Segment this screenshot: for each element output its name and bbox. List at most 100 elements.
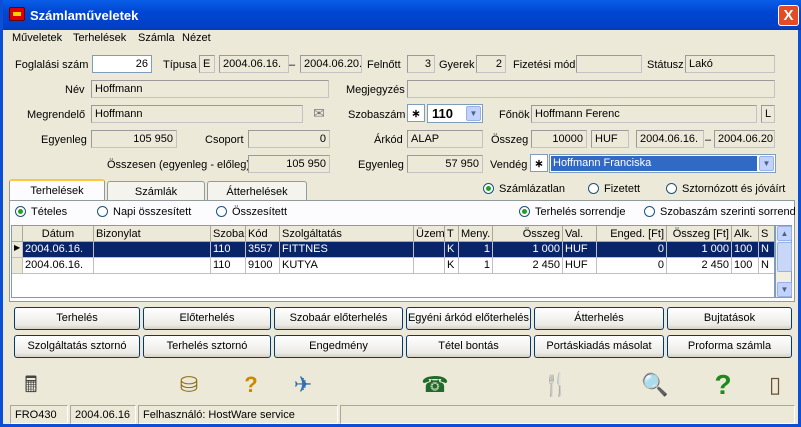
egyeni-arkod-button[interactable]: Egyéni árkód előterhelés [406, 307, 531, 330]
megrendelo-field: Hoffmann [91, 105, 303, 123]
engedmeny-button[interactable]: Engedmény [274, 335, 403, 358]
title-bar: Számlaműveletek X [3, 0, 801, 30]
scroll-thumb[interactable] [777, 242, 792, 272]
cell-datum: 2004.06.16. [23, 242, 94, 258]
chevron-down-icon[interactable]: ▼ [466, 106, 481, 121]
felnott-label: Felnőtt [367, 59, 401, 71]
menu-terhelesek[interactable]: Terhelések [73, 32, 126, 44]
date-from-field: 2004.06.16. [219, 55, 289, 73]
col-szoba[interactable]: Szoba [211, 226, 246, 242]
radio-fizetett[interactable]: Fizetett [588, 183, 640, 195]
nev-field: Hoffmann [91, 80, 329, 98]
date-dash: – [289, 59, 296, 71]
question-icon[interactable]: ? [703, 365, 743, 405]
tetel-bontas-button[interactable]: Tétel bontás [406, 335, 531, 358]
portaskiadas-masolat-button[interactable]: Portáskiadás másolat [534, 335, 664, 358]
fonok-flag: L [761, 105, 775, 123]
atterheles-button[interactable]: Átterhelés [534, 307, 664, 330]
eloterheles-button[interactable]: Előterhelés [143, 307, 271, 330]
chevron-down-icon[interactable]: ▼ [759, 156, 774, 171]
cell-bizonylat [94, 258, 211, 274]
menu-nezet[interactable]: Nézet [182, 32, 211, 44]
radio-osszesitett[interactable]: Összesített [216, 206, 287, 218]
airplane-icon[interactable]: ✈ [283, 365, 323, 405]
row-header [12, 258, 23, 274]
col-alk[interactable]: Alk. [732, 226, 759, 242]
vendeg-combo[interactable]: Hoffmann Franciska ▼ [549, 154, 776, 173]
fizetesi-mod-field [576, 55, 642, 73]
scroll-up-icon[interactable]: ▲ [777, 226, 792, 241]
col-t[interactable]: T [445, 226, 459, 242]
megjegyzes-field [407, 80, 775, 98]
close-button[interactable]: X [778, 5, 799, 26]
col-osszeg-ft[interactable]: Összeg [Ft] [667, 226, 732, 242]
col-osszeg[interactable]: Összeg [493, 226, 563, 242]
search-document-icon[interactable]: 🔍 [635, 365, 675, 405]
statusz-label: Státusz [647, 59, 684, 71]
vendeg-value: Hoffmann Franciska [551, 156, 757, 171]
terheles-sztorno-button[interactable]: Terhelés sztornó [143, 335, 271, 358]
radio-sztornozott[interactable]: Sztornózott és jóváírt [666, 183, 785, 195]
radio-napi-osszesitett[interactable]: Napi összesített [97, 206, 191, 218]
radio-szamlazatlan[interactable]: Számlázatlan [483, 183, 565, 195]
radio-terheles-sorrendje[interactable]: Terhelés sorrendje [519, 206, 626, 218]
ar-to-field: 2004.06.20. [714, 130, 775, 148]
vendeg-label: Vendég [490, 159, 528, 171]
col-bizonylat[interactable]: Bizonylat [94, 226, 211, 242]
window-title: Számlaműveletek [30, 8, 139, 23]
col-kod[interactable]: Kód [246, 226, 280, 242]
table-scrollbar[interactable]: ▲ ▼ [775, 225, 792, 298]
coins-icon[interactable]: ⛁ [169, 365, 209, 405]
radio-teteles[interactable]: Tételes [15, 206, 67, 218]
vendeg-star[interactable]: ∗ [530, 154, 548, 172]
terheles-button[interactable]: Terhelés [14, 307, 140, 330]
cell-uzem [414, 242, 445, 258]
cell-val: HUF [563, 258, 597, 274]
cell-kod: 3557 [246, 242, 280, 258]
col-meny[interactable]: Meny. [459, 226, 493, 242]
cash-register-icon[interactable]: 🖩 [11, 365, 51, 405]
menu-muveletek[interactable]: Műveletek [12, 32, 62, 44]
cell-t: K [445, 242, 459, 258]
bujtatasok-button[interactable]: Bujtatások [667, 307, 792, 330]
cutlery-icon[interactable]: 🍴 [536, 365, 576, 405]
tab-terhelesek[interactable]: Terhelések [9, 179, 105, 201]
col-val[interactable]: Val. [563, 226, 597, 242]
status-date: 2004.06.16 [70, 405, 136, 424]
exit-door-icon[interactable]: ▯ [755, 365, 795, 405]
felnott-field: 3 [407, 55, 435, 73]
app-icon [9, 7, 25, 21]
status-code: FRO430 [10, 405, 68, 424]
proforma-szamla-button[interactable]: Proforma számla [667, 335, 792, 358]
telephone-icon[interactable]: ☎ [415, 365, 455, 405]
tab-atterhelesek[interactable]: Átterhelések [207, 181, 307, 201]
egyenleg-label: Egyenleg [41, 134, 87, 146]
ar-from-field: 2004.06.16. [636, 130, 704, 148]
szobaar-eloterheles-button[interactable]: Szobaár előterhelés [274, 307, 403, 330]
col-enged[interactable]: Enged. [Ft] [597, 226, 667, 242]
col-datum[interactable]: Dátum [23, 226, 94, 242]
scroll-down-icon[interactable]: ▼ [777, 282, 792, 297]
terhelesek-table[interactable]: Dátum Bizonylat Szoba Kód Szolgáltatás Ü… [11, 225, 775, 298]
szobaszam-star[interactable]: ∗ [407, 104, 425, 122]
cell-uzem [414, 258, 445, 274]
szobaszam-combo[interactable]: 110 ▼ [427, 104, 483, 123]
cell-szolgaltatas: FITTNES [280, 242, 414, 258]
gyerek-field: 2 [476, 55, 506, 73]
szolgaltatas-sztorno-button[interactable]: Szolgáltatás sztornó [14, 335, 140, 358]
cell-meny: 1 [459, 258, 493, 274]
col-uzem[interactable]: Üzem [414, 226, 445, 242]
radio-szobaszam-sorrend[interactable]: Szobaszám szerinti sorrend [644, 206, 796, 218]
copy-address-icon[interactable]: ✉ [309, 105, 329, 123]
cell-osszeg-ft: 1 000 [667, 242, 732, 258]
penznem-field: HUF [591, 130, 629, 148]
cell-val: HUF [563, 242, 597, 258]
menu-szamla[interactable]: Számla [138, 32, 175, 44]
fonok-label: Főnök [499, 109, 530, 121]
tab-szamlak[interactable]: Számlák [107, 181, 205, 201]
help-head-icon[interactable]: ? [231, 365, 271, 405]
col-s[interactable]: S [759, 226, 774, 242]
row-pointer-icon: ▶ [12, 242, 23, 258]
foglalasi-szam-field[interactable]: 26 [92, 55, 152, 73]
col-szolgaltatas[interactable]: Szolgáltatás [280, 226, 414, 242]
